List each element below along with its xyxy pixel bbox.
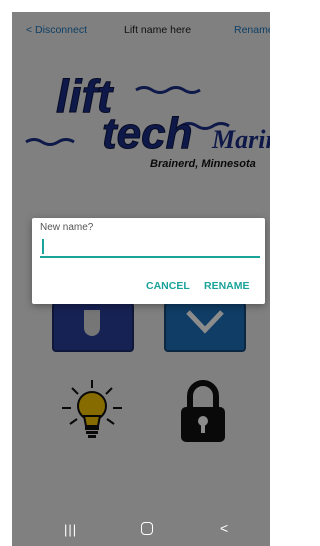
new-name-label: New name? <box>40 222 94 233</box>
text-cursor <box>42 239 44 254</box>
new-name-input[interactable] <box>40 236 260 258</box>
rename-button[interactable]: RENAME <box>204 280 250 292</box>
rename-dialog: New name? CANCEL RENAME <box>32 218 265 304</box>
app-screen: < Disconnect Lift name here Rename lift … <box>12 12 270 546</box>
android-nav-bar: ||| < <box>12 512 270 546</box>
cancel-button[interactable]: CANCEL <box>146 280 190 292</box>
recent-apps-icon[interactable]: ||| <box>64 522 77 537</box>
back-icon[interactable]: < <box>220 520 228 536</box>
home-icon[interactable] <box>141 522 153 535</box>
